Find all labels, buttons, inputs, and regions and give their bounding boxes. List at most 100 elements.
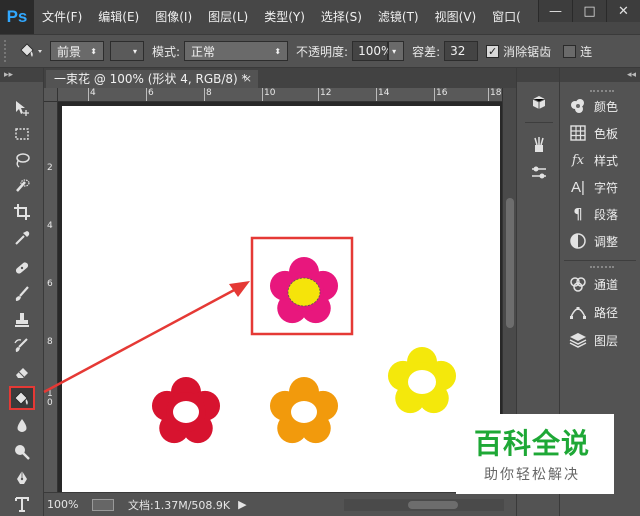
paint-bucket-icon <box>20 43 42 57</box>
panel-adjustments-label: 调整 <box>594 234 619 249</box>
menu-image[interactable]: 图像(I) <box>147 0 200 34</box>
adjustments-icon <box>568 231 588 251</box>
opacity-dropdown[interactable]: ▾ <box>388 41 405 61</box>
window-controls: — □ ✕ <box>538 0 640 22</box>
paint-bucket-icon <box>14 391 28 405</box>
panel-swatches[interactable]: 色板 <box>568 121 640 145</box>
watermark-title: 百科全说 <box>474 427 591 460</box>
menu-select[interactable]: 选择(S) <box>313 0 370 34</box>
vertical-scroll-thumb[interactable] <box>506 198 514 328</box>
panel-layers-label: 图层 <box>594 333 619 348</box>
panel-character[interactable]: A| 字符 <box>568 175 640 199</box>
status-menu-arrow-icon[interactable]: ▶ <box>238 498 246 511</box>
marquee-tool[interactable] <box>9 122 35 146</box>
menu-layer[interactable]: 图层(L) <box>200 0 256 34</box>
quick-select-icon <box>16 179 30 192</box>
restore-button[interactable]: □ <box>572 0 606 22</box>
eyedropper-tool[interactable] <box>9 226 35 250</box>
healing-brush-icon <box>15 262 29 274</box>
chevron-down-icon: ▾ <box>132 46 137 56</box>
lasso-tool[interactable] <box>9 148 35 172</box>
panel-channels-label: 通道 <box>594 277 619 292</box>
contiguous-checkbox[interactable] <box>563 44 577 58</box>
brush-tool[interactable] <box>9 282 35 306</box>
clone-source-button[interactable] <box>528 162 550 184</box>
pen-tool[interactable] <box>9 466 35 490</box>
panel-color[interactable]: 颜色 <box>568 94 640 118</box>
fill-source-value: 前景 <box>57 44 82 59</box>
ruler-origin[interactable] <box>44 88 58 102</box>
ruler-left-label: 8 <box>47 337 53 347</box>
flower-red[interactable] <box>151 377 221 444</box>
flower-yellow[interactable] <box>387 347 457 414</box>
flower-pink[interactable] <box>269 257 339 324</box>
menu-filter[interactable]: 滤镜(T) <box>370 0 427 34</box>
panel-paragraph[interactable]: ¶ 段落 <box>568 202 640 226</box>
horizontal-ruler[interactable]: 4 6 8 10 12 14 16 18 <box>58 88 502 102</box>
menu-type[interactable]: 类型(Y) <box>256 0 313 34</box>
paint-bucket-tool[interactable] <box>9 386 35 410</box>
ruler-top-label: 10 <box>264 88 276 98</box>
vertical-ruler[interactable]: 2 4 6 8 1 0 <box>44 102 58 492</box>
healing-brush-tool[interactable] <box>9 256 35 280</box>
flower-center <box>173 401 199 423</box>
panel-styles[interactable]: fx 样式 <box>568 148 640 172</box>
ruler-top-label: 6 <box>148 88 154 98</box>
panel-color-label: 颜色 <box>594 99 619 114</box>
brush-presets-button[interactable] <box>528 134 550 156</box>
blur-tool[interactable] <box>9 414 35 438</box>
crop-tool[interactable] <box>9 200 35 224</box>
eraser-tool[interactable] <box>9 360 35 384</box>
collapsed-panels-header[interactable] <box>517 68 559 82</box>
panel-swatches-label: 色板 <box>594 126 619 141</box>
flower-orange[interactable] <box>269 377 339 444</box>
history-brush-tool[interactable] <box>9 334 35 358</box>
panel-adjustments[interactable]: 调整 <box>568 229 640 253</box>
move-tool[interactable] <box>9 96 35 120</box>
dodge-icon <box>15 445 30 460</box>
zoom-level[interactable]: 100% <box>44 498 92 511</box>
ruler-top-label: 16 <box>436 88 448 98</box>
status-preview-icon[interactable] <box>92 498 114 511</box>
paragraph-icon: ¶ <box>573 205 583 223</box>
opacity-input[interactable]: 100% <box>352 41 392 61</box>
ruler-left-label: 4 <box>47 221 53 231</box>
antialias-checkbox[interactable]: ✓ <box>486 44 500 58</box>
paths-icon <box>568 302 588 322</box>
tools-panel-header[interactable]: ▸▸ <box>0 68 43 82</box>
watermark: 百科全说 助你轻松解决 <box>456 414 614 494</box>
panel-group-grip[interactable] <box>590 266 614 270</box>
navigator-panel-button[interactable] <box>528 92 550 114</box>
stamp-tool[interactable] <box>9 308 35 332</box>
quick-select-tool[interactable] <box>9 174 35 198</box>
panel-channels[interactable]: 通道 <box>568 272 640 296</box>
horizontal-scrollbar[interactable] <box>344 499 504 511</box>
brush-icon <box>15 286 29 301</box>
minimize-button[interactable]: — <box>538 0 572 22</box>
tolerance-input[interactable]: 32 <box>444 41 479 61</box>
document-canvas[interactable] <box>62 106 500 492</box>
menu-view[interactable]: 视图(V) <box>427 0 485 34</box>
menu-edit[interactable]: 编辑(E) <box>90 0 147 34</box>
chevron-down-icon: ▾ <box>392 46 397 56</box>
mode-select[interactable]: 正常 ⬍ <box>184 41 289 61</box>
eyedropper-icon <box>15 231 30 245</box>
close-button[interactable]: ✕ <box>606 0 640 22</box>
tool-preset-picker[interactable] <box>10 38 50 64</box>
pattern-picker[interactable]: ▾ <box>110 41 144 61</box>
panels-dock-header[interactable]: ◂◂ <box>560 68 640 82</box>
type-tool[interactable] <box>9 492 35 516</box>
panel-paths-label: 路径 <box>594 305 619 320</box>
horizontal-scroll-thumb[interactable] <box>408 501 458 509</box>
dodge-tool[interactable] <box>9 440 35 464</box>
ruler-tick <box>262 88 263 101</box>
close-tab-icon[interactable]: × <box>243 70 252 88</box>
menu-file[interactable]: 文件(F) <box>34 0 90 34</box>
fill-source-select[interactable]: 前景 ⬍ <box>50 41 104 61</box>
panel-paths[interactable]: 路径 <box>568 300 640 324</box>
canvas-area[interactable] <box>58 102 502 492</box>
menu-window[interactable]: 窗口( <box>484 0 529 34</box>
panel-layers[interactable]: 图层 <box>568 328 640 352</box>
separator <box>525 122 553 123</box>
document-tab[interactable]: 一束花 @ 100% (形状 4, RGB/8) * × <box>46 70 258 88</box>
